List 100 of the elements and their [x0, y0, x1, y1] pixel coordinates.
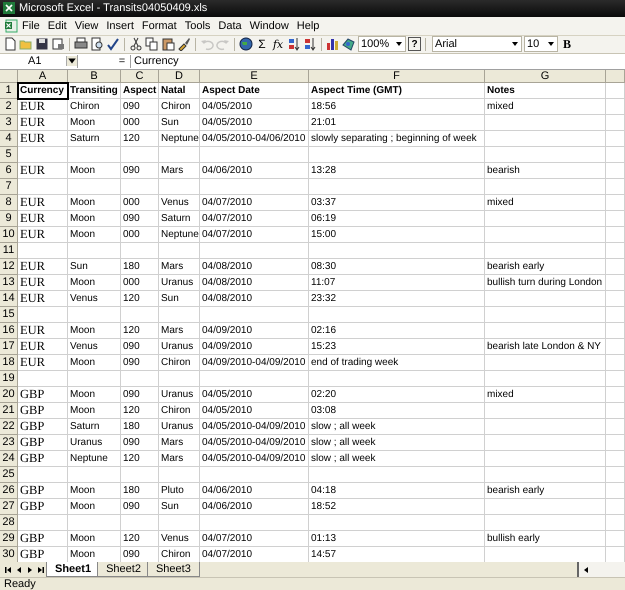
menu-item[interactable]: Help — [292, 20, 324, 32]
row-header[interactable]: 5 — [0, 146, 18, 163]
menu-item[interactable]: View — [70, 20, 102, 32]
row-header[interactable]: 27 — [0, 498, 18, 515]
font-size-dropdown[interactable]: 10 — [524, 36, 558, 52]
printer-icon[interactable] — [74, 37, 88, 52]
column-header[interactable]: B — [68, 70, 121, 83]
table-cell: 04/05/2010-04/09/2010 — [200, 450, 309, 467]
column-header[interactable]: A — [18, 70, 68, 83]
empty-cell — [606, 450, 625, 467]
row-header[interactable]: 21 — [0, 402, 18, 419]
row-header[interactable]: 13 — [0, 274, 18, 291]
clipboard-icon[interactable] — [161, 37, 175, 52]
scroll-left-icon[interactable] — [582, 566, 590, 574]
table-cell: Uranus — [159, 274, 200, 291]
column-header[interactable]: E — [200, 70, 309, 83]
row-header[interactable]: 6 — [0, 162, 18, 179]
table-cell: EUR — [18, 194, 68, 211]
globe-icon[interactable] — [239, 37, 253, 52]
equals-label: = — [118, 55, 126, 68]
last-sheet-icon[interactable] — [36, 564, 46, 575]
sort-ascending-icon[interactable] — [287, 37, 301, 52]
table-cell: Sun — [68, 258, 121, 275]
row-header[interactable]: 28 — [0, 514, 18, 531]
row-header[interactable]: 16 — [0, 322, 18, 339]
magnifier-page-icon[interactable] — [90, 37, 104, 52]
bold-button[interactable]: B — [560, 37, 574, 52]
table-cell: 04/09/2010 — [200, 338, 309, 355]
row-header[interactable]: 20 — [0, 386, 18, 403]
horizontal-scrollbar[interactable] — [577, 562, 625, 577]
table-cell: Moon — [68, 386, 121, 403]
row-header[interactable]: 18 — [0, 354, 18, 371]
table-cell: 02:16 — [309, 322, 485, 339]
table-cell: 15:00 — [309, 226, 485, 243]
scissors-icon[interactable] — [129, 37, 143, 52]
copy-icon[interactable] — [145, 37, 159, 52]
sort-descending-icon[interactable] — [303, 37, 317, 52]
row-header[interactable]: 3 — [0, 114, 18, 131]
toolbar-button[interactable]: fx — [271, 37, 285, 52]
row-header[interactable]: 8 — [0, 194, 18, 211]
sheet-tab[interactable]: Sheet3 — [146, 562, 200, 577]
table-cell: 18:52 — [309, 498, 485, 515]
row-header[interactable]: 29 — [0, 530, 18, 547]
row-header[interactable]: 14 — [0, 290, 18, 307]
caret-icon — [395, 40, 403, 48]
checkmark-icon[interactable] — [106, 37, 120, 52]
row-header[interactable]: 15 — [0, 306, 18, 323]
page-icon[interactable] — [3, 37, 17, 52]
row-header[interactable]: 9 — [0, 210, 18, 227]
row-header[interactable]: 19 — [0, 370, 18, 387]
menu-item[interactable]: File — [18, 20, 44, 32]
font-dropdown[interactable]: Arial — [432, 36, 522, 52]
table-cell: EUR — [18, 290, 68, 307]
row-header[interactable]: 26 — [0, 482, 18, 499]
column-header[interactable]: D — [159, 70, 200, 83]
bar-chart-icon[interactable] — [326, 37, 340, 52]
menu-item[interactable]: Tools — [180, 20, 214, 32]
table-cell: EUR — [18, 162, 68, 179]
row-header[interactable]: 17 — [0, 338, 18, 355]
table-cell: GBP — [18, 402, 68, 419]
row-header[interactable]: 22 — [0, 418, 18, 435]
excel-icon[interactable] — [4, 18, 18, 33]
row-header[interactable]: 4 — [0, 130, 18, 147]
empty-cell — [606, 178, 625, 195]
empty-cell — [606, 274, 625, 291]
row-header[interactable]: 2 — [0, 98, 18, 115]
column-header[interactable]: C — [121, 70, 159, 83]
menu-item[interactable]: Insert — [102, 20, 138, 32]
sheet-tab[interactable]: Sheet2 — [97, 562, 150, 577]
row-header[interactable]: 24 — [0, 450, 18, 467]
empty-cell — [68, 242, 121, 259]
formula-field[interactable]: Currency — [130, 54, 625, 68]
brush-icon[interactable] — [177, 37, 191, 52]
table-cell: Natal — [159, 82, 200, 99]
table-cell: Neptune — [159, 226, 200, 243]
toolbar-button[interactable]: Σ — [255, 37, 269, 52]
column-header[interactable]: F — [309, 70, 485, 83]
first-sheet-icon[interactable] — [3, 564, 13, 575]
menu-item[interactable]: Window — [246, 20, 293, 32]
table-cell: slowly separating ; beginning of week — [309, 130, 485, 147]
help-button[interactable]: ? — [408, 37, 421, 52]
row-header[interactable]: 11 — [0, 242, 18, 259]
floppy-icon[interactable] — [35, 37, 49, 52]
empty-cell — [606, 98, 625, 115]
row-header[interactable]: 30 — [0, 546, 18, 562]
table-cell: Moon — [68, 498, 121, 515]
table-cell: Moon — [68, 114, 121, 131]
menu-item[interactable]: Format — [138, 20, 181, 32]
table-cell: 04/08/2010 — [200, 290, 309, 307]
table-cell: Moon — [68, 530, 121, 547]
table-cell: Uranus — [68, 434, 121, 451]
row-header[interactable]: 25 — [0, 466, 18, 483]
menu-item[interactable]: Edit — [44, 20, 71, 32]
row-header[interactable]: 10 — [0, 226, 18, 243]
row-header[interactable]: 23 — [0, 434, 18, 451]
row-header[interactable]: 12 — [0, 258, 18, 275]
column-header[interactable]: G — [485, 70, 606, 83]
row-header[interactable]: 7 — [0, 178, 18, 195]
zoom-dropdown[interactable]: 100% — [358, 36, 406, 52]
menu-item[interactable]: Data — [214, 20, 246, 32]
